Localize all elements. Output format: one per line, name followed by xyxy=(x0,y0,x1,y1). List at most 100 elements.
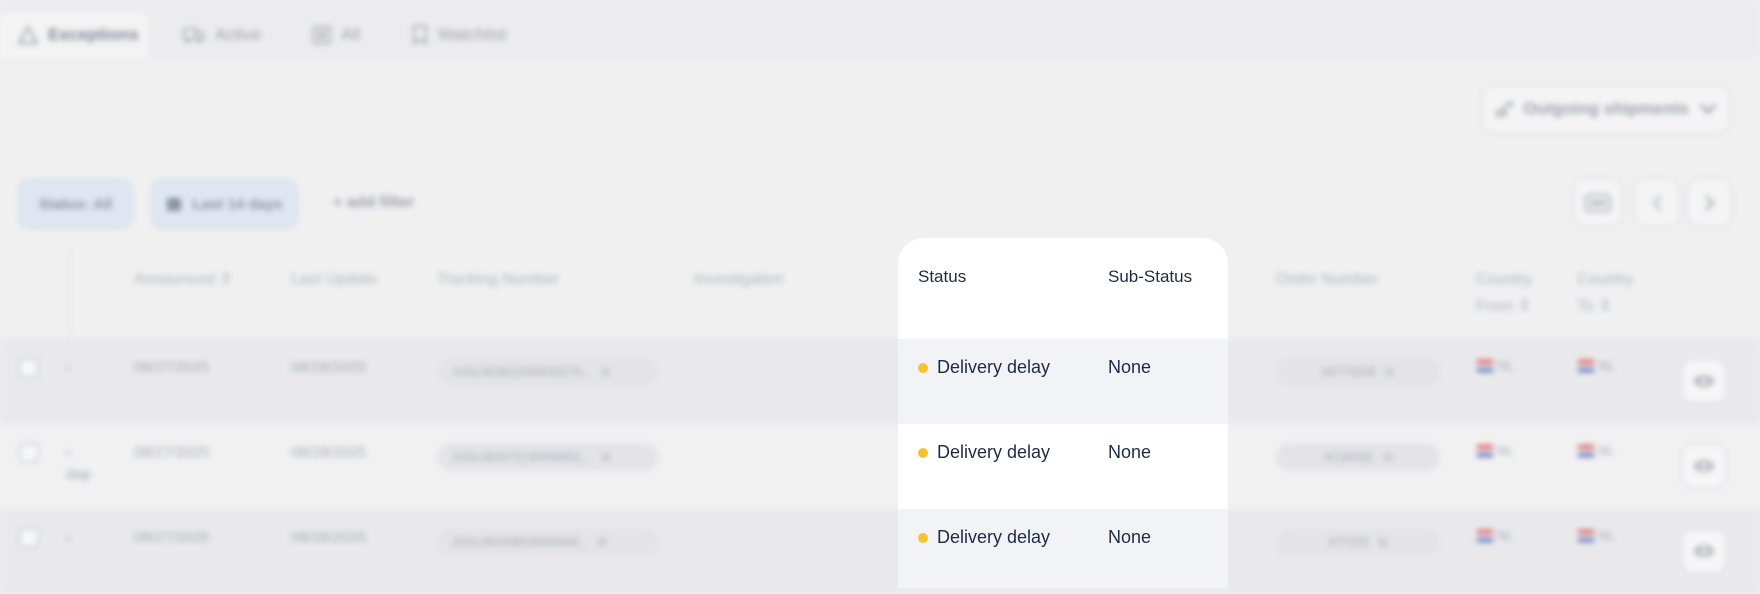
status-text: Delivery delay xyxy=(937,527,1051,547)
row-checkbox[interactable] xyxy=(19,443,39,463)
col-country-to-label: Country xyxy=(1577,271,1634,288)
copy-icon[interactable]: ⧉ xyxy=(1384,450,1393,465)
tab-active[interactable]: Active xyxy=(183,12,261,58)
order-number: 84774209 xyxy=(1322,365,1376,379)
status-row[interactable]: Delivery delay None xyxy=(898,509,1228,588)
tab-watchlist-label: Watchlist xyxy=(438,25,507,44)
copy-icon[interactable]: ⧉ xyxy=(598,535,607,550)
country-from: NL xyxy=(1477,358,1514,373)
col-announced[interactable]: Announced ⇕ xyxy=(134,266,233,293)
tab-exceptions[interactable]: Exceptions xyxy=(0,12,148,58)
nl-flag-icon xyxy=(1477,444,1493,457)
col-investigation[interactable]: Investigation xyxy=(694,266,784,293)
status-row[interactable]: Delivery delay None xyxy=(898,339,1228,424)
col-tracking[interactable]: Tracking Number xyxy=(437,266,559,293)
status-cell: Delivery delay xyxy=(918,357,1050,378)
table-row[interactable]: ‹ 08/27/2025 08/28/2025 JVGL063612500016… xyxy=(0,339,1760,424)
view-button[interactable] xyxy=(1681,358,1727,404)
sub-status-cell: None xyxy=(1108,357,1152,377)
status-dot-icon xyxy=(918,362,928,373)
col-order[interactable]: Order Number xyxy=(1276,266,1378,293)
add-filter-link[interactable]: + add filter xyxy=(333,194,414,212)
nl-flag-icon xyxy=(1477,359,1493,372)
col-announced-label: Announced xyxy=(134,271,215,288)
country-to: NL xyxy=(1578,528,1615,543)
tab-all-label: All xyxy=(341,25,360,44)
keyboard-icon xyxy=(1585,194,1611,212)
sort-icon: ⇕ xyxy=(219,271,233,288)
col-country-from[interactable]: Country From ⇕ xyxy=(1476,266,1532,320)
tracking-number: JVGL06333603000094Ï... xyxy=(451,535,588,549)
copy-icon[interactable]: ⧉ xyxy=(602,450,611,465)
col-country-from-label: Country xyxy=(1476,271,1533,288)
tracking-pill[interactable]: JVGL06361250001627б... ⧉ xyxy=(437,358,659,386)
warning-icon xyxy=(18,26,38,44)
tab-watchlist[interactable]: Watchlist xyxy=(412,12,506,58)
status-row[interactable]: Delivery delay None xyxy=(898,424,1228,509)
list-icon xyxy=(313,26,331,44)
col-country-from-label-2: From xyxy=(1476,298,1514,315)
order-number: #77225 xyxy=(1328,535,1369,549)
copy-icon[interactable]: ⧉ xyxy=(1379,535,1388,550)
country-to-code: NL xyxy=(1598,358,1615,373)
chart-icon xyxy=(1496,101,1514,117)
chevron-down-icon xyxy=(1699,103,1716,115)
eye-icon xyxy=(1694,375,1714,387)
table-row[interactable]: ‹ 08/27/2025 08/28/2025 JVGL063336030000… xyxy=(0,509,1760,594)
tracking-pill[interactable]: JVGL06347213000945Z... ⧉ xyxy=(437,443,659,471)
status-text: Delivery delay xyxy=(937,442,1051,462)
sub-status-cell: None xyxy=(1108,442,1152,462)
copy-icon[interactable]: ⧉ xyxy=(601,365,610,380)
country-from-code: NL xyxy=(1497,528,1514,543)
row-fragment: ‹ dop xyxy=(66,442,91,486)
country-from: NL xyxy=(1477,443,1514,458)
row-fragment-line-2: dop xyxy=(66,466,92,483)
nl-flag-icon xyxy=(1578,444,1594,457)
col-country-to[interactable]: Country To ⇕ xyxy=(1577,266,1633,320)
calendar-icon xyxy=(167,198,182,211)
prev-page-button[interactable] xyxy=(1633,178,1680,228)
col-sub-status-header[interactable]: Sub-Status xyxy=(1108,267,1192,287)
order-pill[interactable]: 84774209 ⧉ xyxy=(1276,358,1440,386)
shipments-select[interactable]: Outgoing shipments xyxy=(1481,84,1731,134)
col-last-update[interactable]: Last Update xyxy=(291,266,377,293)
status-filter-chip[interactable]: Status: All xyxy=(18,179,133,229)
copy-icon[interactable]: ⧉ xyxy=(1385,365,1394,380)
view-button[interactable] xyxy=(1681,528,1727,574)
nl-flag-icon xyxy=(1477,529,1493,542)
col-country-to-label-2: To xyxy=(1577,298,1594,315)
table-settings-button[interactable] xyxy=(1572,178,1624,228)
row-fragment: ‹ xyxy=(66,359,71,376)
chevron-right-icon xyxy=(1704,195,1715,211)
announced-date: 08/27/2025 xyxy=(134,359,210,376)
country-from-code: NL xyxy=(1497,358,1514,373)
order-pill[interactable]: #C2802E ⧉ xyxy=(1276,443,1440,471)
row-fragment: ‹ xyxy=(66,529,71,546)
country-to: NL xyxy=(1578,443,1615,458)
truck-icon xyxy=(183,28,205,43)
tab-all[interactable]: All xyxy=(313,12,360,58)
status-dot-icon xyxy=(918,532,928,543)
shipments-select-label: Outgoing shipments xyxy=(1523,99,1689,118)
tracking-number: JVGL06347213000945Z... xyxy=(451,450,592,464)
row-checkbox[interactable] xyxy=(19,528,39,548)
col-status-header[interactable]: Status xyxy=(918,267,966,287)
status-cell: Delivery delay xyxy=(918,442,1050,463)
order-pill[interactable]: #77225 ⧉ xyxy=(1276,528,1440,556)
date-filter-chip[interactable]: Last 14 days xyxy=(151,179,298,229)
date-filter-label: Last 14 days xyxy=(192,195,283,213)
view-button[interactable] xyxy=(1681,443,1727,489)
announced-date: 08/27/2025 xyxy=(134,444,210,461)
tab-bar: Exceptions Active All Watchlist xyxy=(0,0,1760,58)
eye-icon xyxy=(1694,545,1714,557)
tracking-pill[interactable]: JVGL06333603000094Ï... ⧉ xyxy=(437,528,659,556)
tab-exceptions-label: Exceptions xyxy=(48,25,139,44)
country-from: NL xyxy=(1477,528,1514,543)
next-page-button[interactable] xyxy=(1686,178,1733,228)
sort-icon: ⇕ xyxy=(1517,298,1532,315)
table-row[interactable]: ‹ dop 08/27/2025 08/28/2025 JVGL063472130… xyxy=(0,424,1760,509)
tab-active-label: Active xyxy=(215,25,262,44)
status-dot-icon xyxy=(918,447,928,458)
row-checkbox[interactable] xyxy=(19,358,39,378)
status-highlight-panel: Status Sub-Status Delivery delay None De… xyxy=(898,238,1228,588)
